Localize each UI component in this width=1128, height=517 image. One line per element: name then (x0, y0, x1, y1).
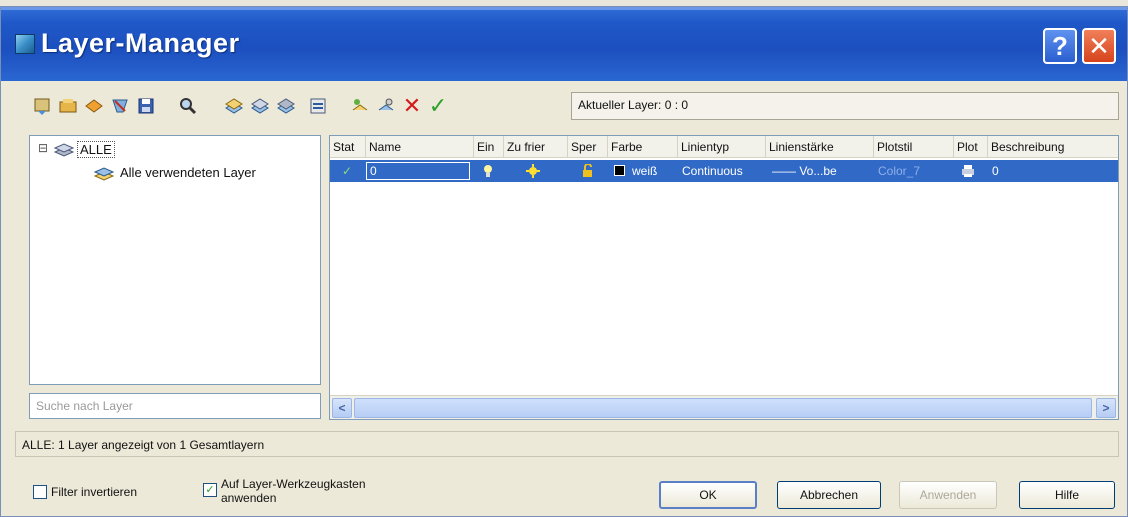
col-header-color[interactable]: Farbe (608, 136, 678, 158)
help-button[interactable]: Hilfe (1019, 481, 1115, 509)
lineweight-value[interactable]: —— Vo...be (772, 164, 837, 178)
invert-filter-option[interactable]: Filter invertieren (33, 485, 137, 499)
apply-toolbar-option[interactable]: ✓ Auf Layer-Werkzeugkasten anwenden (203, 477, 366, 505)
cancel-button[interactable]: Abbrechen (777, 481, 881, 509)
lock-unlocked-icon[interactable] (580, 163, 594, 181)
layers-icon (53, 141, 75, 160)
title-bar[interactable]: Layer-Manager ? ✕ (1, 7, 1127, 81)
layer-name-field[interactable]: 0 (366, 162, 470, 180)
col-header-linetype[interactable]: Linientyp (678, 136, 766, 158)
new-group-filter-icon[interactable] (57, 95, 79, 117)
linetype-value[interactable]: Continuous (682, 164, 743, 178)
col-header-name[interactable]: Name (366, 136, 474, 158)
col-header-lock[interactable]: Sper (568, 136, 608, 158)
sun-thawed-icon[interactable] (526, 164, 540, 181)
printer-icon[interactable] (960, 164, 976, 181)
apply-toolbar-checkbox[interactable]: ✓ (203, 483, 217, 497)
new-layer-vp-frozen-icon[interactable] (249, 95, 271, 117)
help-title-button[interactable]: ? (1043, 28, 1077, 64)
plotstyle-value: Color_7 (878, 164, 921, 178)
apply-button[interactable]: Anwenden (899, 481, 997, 509)
invert-filter-label: Filter invertieren (51, 485, 138, 499)
used-layers-icon (93, 165, 115, 184)
tree-item-alle[interactable]: ALLE (77, 141, 115, 158)
search-icon[interactable] (177, 95, 199, 117)
col-header-stat[interactable]: Stat (330, 136, 366, 158)
col-header-description[interactable]: Beschreibung (988, 136, 1118, 158)
scroll-thumb[interactable] (354, 398, 1092, 418)
layer-grid: Stat Name Ein Zu frier Sper Farbe Linien… (329, 135, 1119, 420)
tree-item-used-layers[interactable]: Alle verwendeten Layer (120, 165, 256, 180)
layer-states-icon[interactable] (83, 95, 105, 117)
lightbulb-on-icon[interactable] (482, 164, 494, 181)
invert-filter-checkbox[interactable] (33, 485, 47, 499)
layer-manager-window: Layer-Manager ? ✕ ✕ ✓ Aktueller Layer: 0… (0, 6, 1128, 517)
window-title: Layer-Manager (41, 28, 240, 58)
scroll-left-button[interactable]: < (332, 398, 352, 418)
apply-toolbar-label-line2: anwenden (221, 491, 277, 505)
delete-layer-icon[interactable] (275, 95, 297, 117)
status-bar: ALLE: 1 Layer angezeigt von 1 Gesamtlaye… (15, 431, 1119, 457)
scroll-right-button[interactable]: > (1096, 398, 1116, 418)
col-header-freeze[interactable]: Zu frier (504, 136, 568, 158)
current-layer-display: Aktueller Layer: 0 : 0 (571, 92, 1119, 120)
save-icon[interactable] (135, 95, 157, 117)
search-layer-input[interactable]: Suche nach Layer (29, 393, 321, 419)
app-icon (15, 34, 35, 54)
col-header-on[interactable]: Ein (474, 136, 504, 158)
filter-tree[interactable]: ⊟ ALLE Alle verwendeten Layer (29, 135, 321, 385)
layer-status-icon[interactable] (109, 95, 131, 117)
col-header-lineweight[interactable]: Linienstärke (766, 136, 874, 158)
close-button[interactable]: ✕ (1082, 28, 1116, 64)
refresh-icon[interactable] (349, 95, 371, 117)
settings-icon[interactable] (375, 95, 397, 117)
set-current-check-icon[interactable]: ✓ (427, 93, 449, 118)
color-name[interactable]: weiß (632, 164, 657, 178)
new-property-filter-icon[interactable] (31, 95, 53, 117)
apply-toolbar-label-line1: Auf Layer-Werkzeugkasten (221, 477, 366, 491)
table-row[interactable]: ✓ 0 weiß Continuous —— Vo...be Color_7 0 (330, 160, 1118, 182)
col-header-plotstyle[interactable]: Plotstil (874, 136, 954, 158)
status-current-icon: ✓ (342, 164, 353, 178)
col-header-plot[interactable]: Plot (954, 136, 988, 158)
tree-expander[interactable]: ⊟ (38, 141, 48, 155)
set-current-icon[interactable] (307, 95, 329, 117)
horizontal-scrollbar[interactable]: < > (330, 395, 1118, 419)
ok-button[interactable]: OK (659, 481, 757, 509)
description-value[interactable]: 0 (992, 164, 999, 178)
new-layer-icon[interactable] (223, 95, 245, 117)
delete-icon[interactable]: ✕ (401, 93, 423, 118)
color-swatch[interactable] (614, 165, 625, 176)
toolbar: ✕ ✓ Aktueller Layer: 0 : 0 (1, 81, 1127, 129)
grid-header: Stat Name Ein Zu frier Sper Farbe Linien… (330, 136, 1118, 158)
